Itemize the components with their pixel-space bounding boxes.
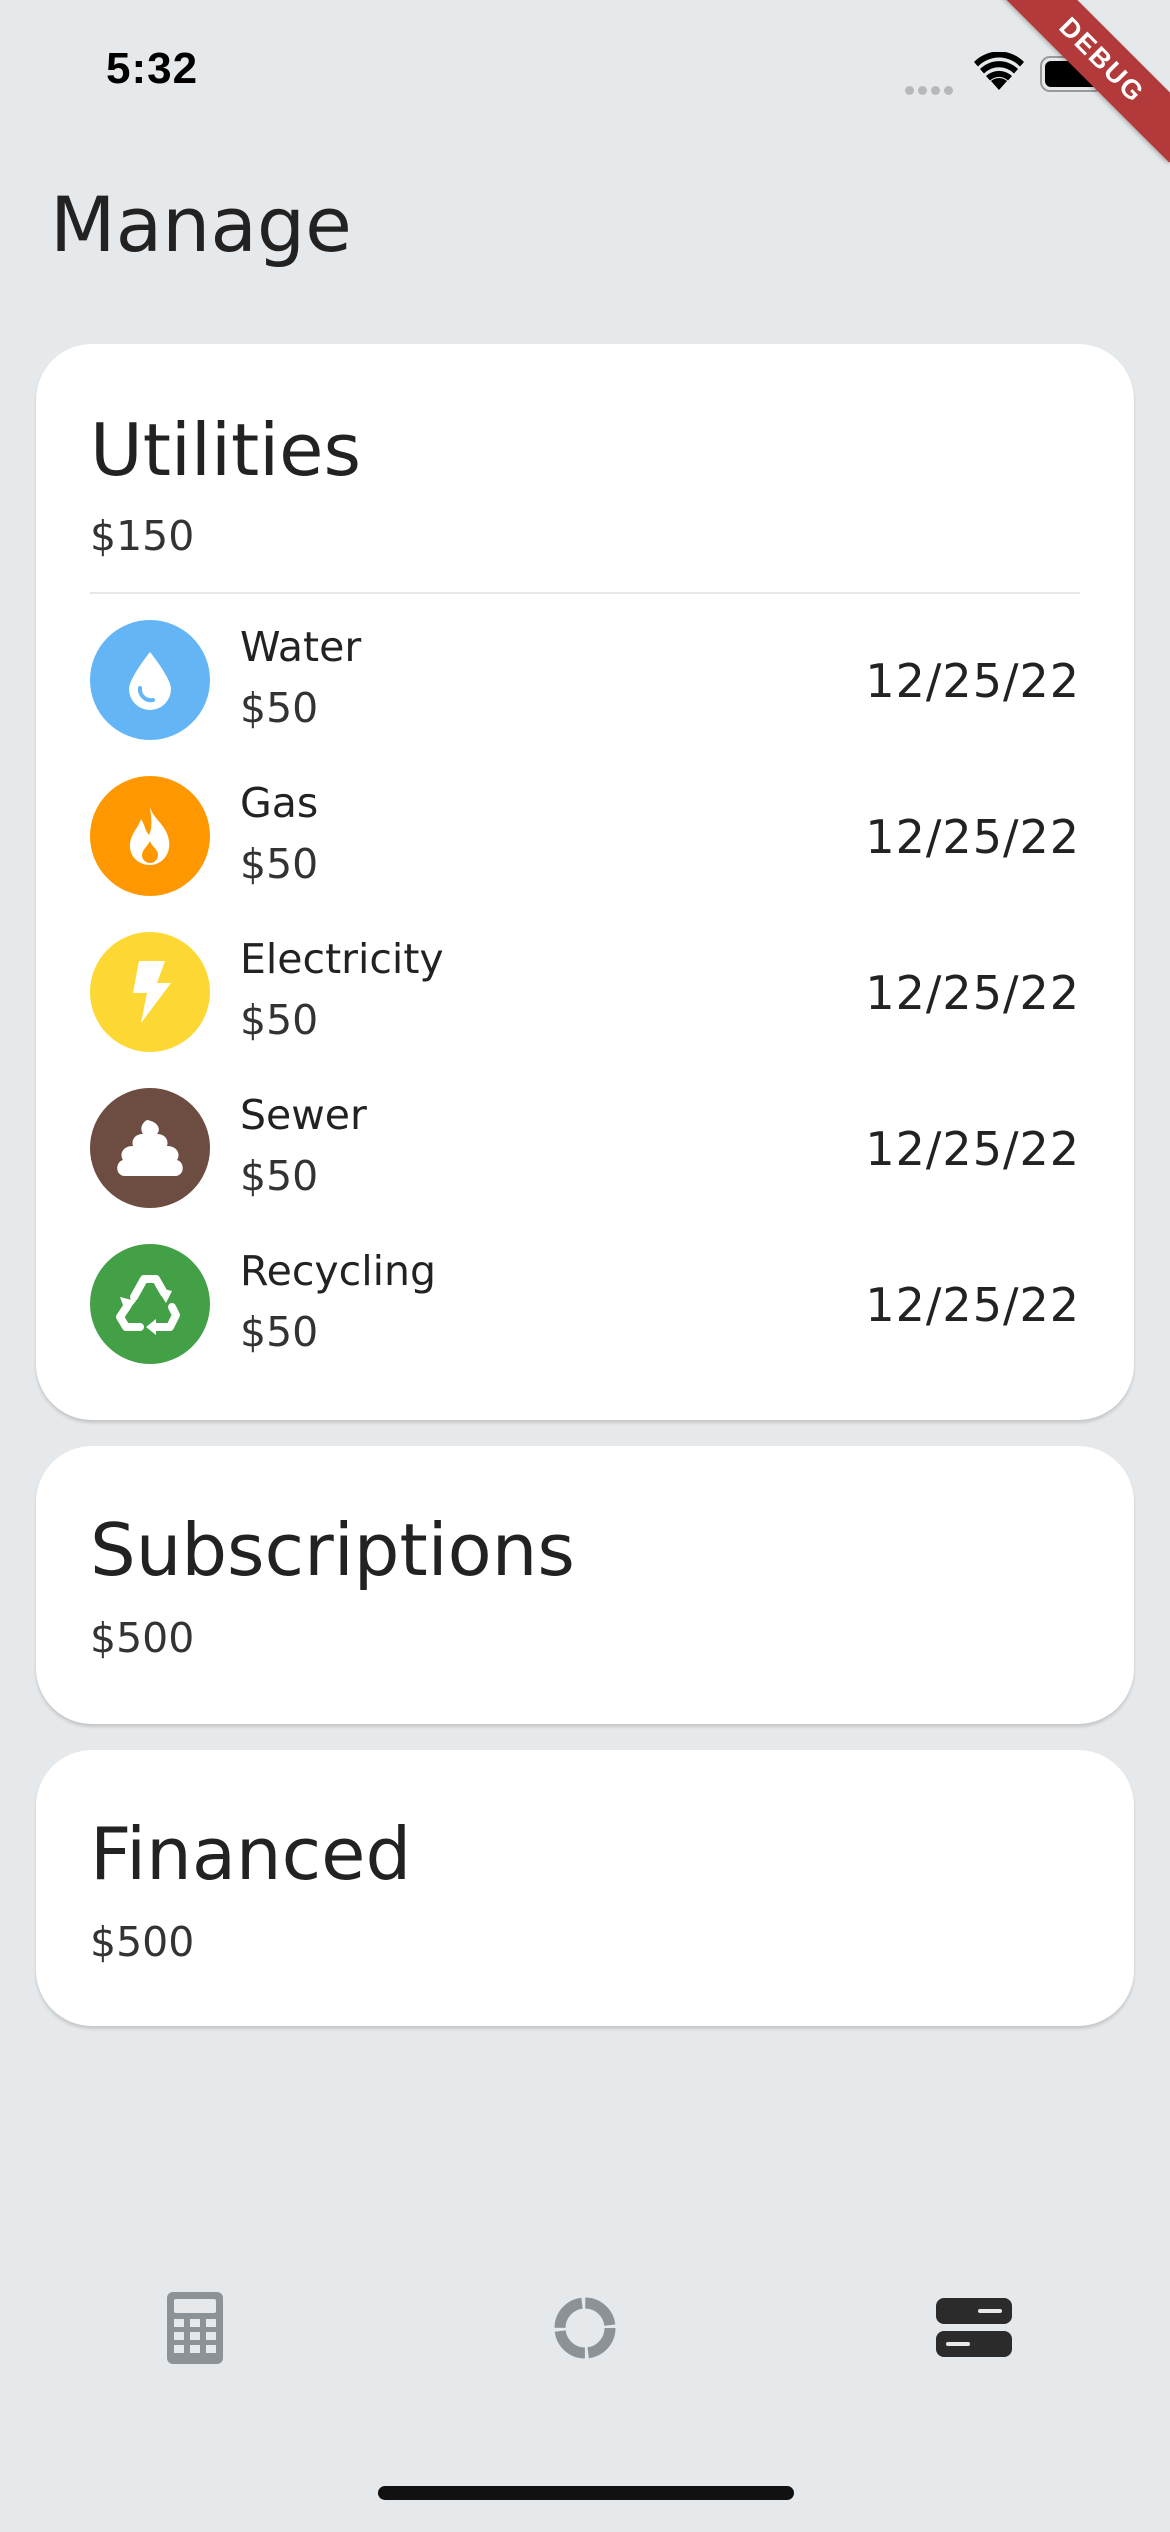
donut-chart-icon [553,2296,617,2364]
flame-icon [90,776,210,896]
bill-date: 12/25/22 [865,1122,1080,1176]
bill-amount: $50 [240,840,319,888]
card-title: Subscriptions [90,1508,575,1592]
bill-name: Gas [240,779,319,827]
lightning-bolt-icon [90,932,210,1052]
bill-amount: $50 [240,996,319,1044]
status-time: 5:32 [106,44,199,93]
card-total: $500 [90,1614,195,1662]
list-item[interactable]: Recycling $50 12/25/22 [90,1244,1080,1364]
bill-name: Recycling [240,1247,437,1295]
bill-date: 12/25/22 [865,810,1080,864]
financed-card[interactable]: Financed $500 [36,1750,1134,2026]
poop-icon [90,1088,210,1208]
list-view-icon [936,2298,1012,2362]
bill-amount: $50 [240,1152,319,1200]
bill-name: Water [240,623,362,671]
calculator-icon [167,2292,223,2368]
manage-screen: 5:32 DEBUG Manage Utilities $150 Water $… [0,0,1170,2532]
recycle-icon [90,1244,210,1364]
card-title: Utilities [90,408,361,492]
bill-amount: $50 [240,684,319,732]
card-title: Financed [90,1812,412,1896]
card-total: $500 [90,1918,195,1966]
home-indicator [378,2486,794,2500]
cellular-signal-icon [905,80,957,99]
subscriptions-card[interactable]: Subscriptions $500 [36,1446,1134,1724]
page-title: Manage [50,180,352,269]
bill-name: Electricity [240,935,444,983]
bill-date: 12/25/22 [865,654,1080,708]
bill-date: 12/25/22 [865,966,1080,1020]
list-item[interactable]: Sewer $50 12/25/22 [90,1088,1080,1208]
utilities-card[interactable]: Utilities $150 Water $50 12/25/22 Gas $5… [36,344,1134,1420]
nav-chart[interactable] [545,2290,625,2370]
nav-manage[interactable] [934,2290,1014,2370]
bill-name: Sewer [240,1091,367,1139]
wifi-icon [972,51,1026,96]
divider [90,592,1080,594]
nav-calculator[interactable] [155,2290,235,2370]
bill-date: 12/25/22 [865,1278,1080,1332]
list-item[interactable]: Electricity $50 12/25/22 [90,932,1080,1052]
card-total: $150 [90,512,195,560]
water-drop-icon [90,620,210,740]
bill-amount: $50 [240,1308,319,1356]
list-item[interactable]: Gas $50 12/25/22 [90,776,1080,896]
list-item[interactable]: Water $50 12/25/22 [90,620,1080,740]
